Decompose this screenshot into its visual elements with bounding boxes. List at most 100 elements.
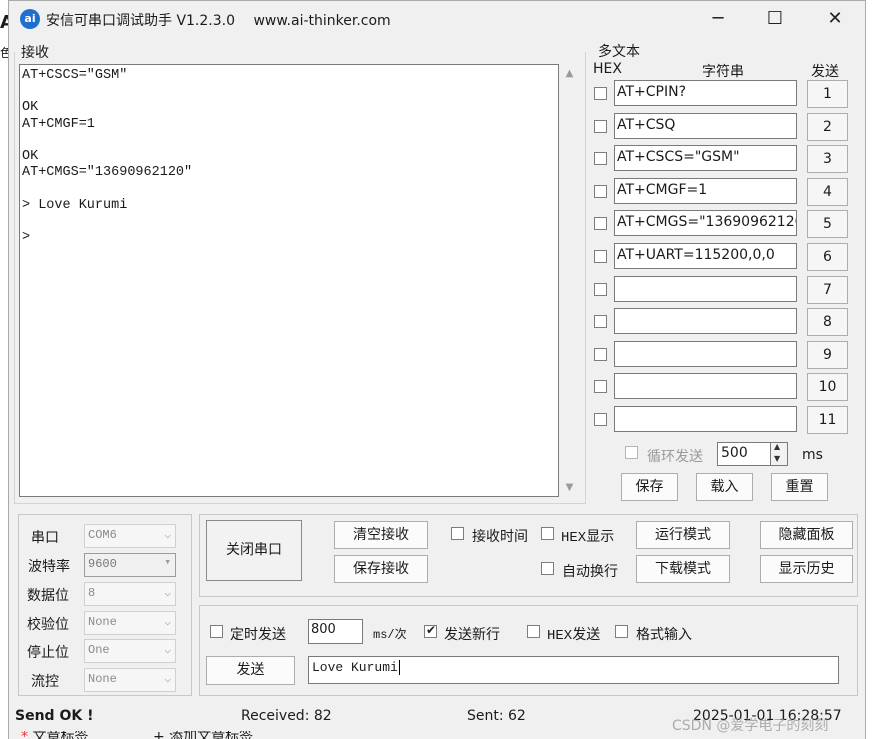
port-value: COM6 [88, 528, 117, 542]
scroll-down-icon[interactable]: ▼ [561, 482, 578, 493]
port-select[interactable]: COM6 ⌵ [84, 524, 176, 548]
receive-time-label: 接收时间 [472, 529, 528, 545]
format-input-label: 格式输入 [636, 627, 692, 643]
sent-count: Sent: 62 [467, 708, 526, 724]
hex-send-label: HEX发送 [547, 628, 601, 644]
run-mode-button[interactable]: 运行模式 [636, 521, 730, 549]
app-logo-icon: ai [20, 9, 40, 29]
receive-time-checkbox[interactable] [451, 527, 464, 540]
multi-hex-checkbox[interactable] [594, 380, 607, 393]
chevron-down-icon: ⌵ [164, 530, 171, 542]
minimize-button[interactable]: ─ [688, 1, 748, 37]
flow-value: None [88, 672, 117, 686]
auto-newline-checkbox[interactable] [541, 562, 554, 575]
multi-hex-checkbox[interactable] [594, 348, 607, 361]
multi-hex-checkbox[interactable] [594, 413, 607, 426]
scroll-up-icon[interactable]: ▲ [561, 68, 578, 79]
multi-hex-checkbox[interactable] [594, 152, 607, 165]
multi-string-input[interactable]: AT+CSCS="GSM" [614, 145, 797, 171]
multi-string-input[interactable]: AT+CMGS="13690962120 [614, 210, 797, 236]
app-title: 安信可串口调试助手 V1.2.3.0 [46, 13, 236, 29]
chevron-down-icon: ⌵ [164, 674, 171, 686]
interval-unit-label: ms/次 [373, 628, 407, 642]
timed-interval-input[interactable]: 800 [308, 619, 363, 644]
download-mode-button[interactable]: 下载模式 [636, 555, 730, 583]
multi-send-button[interactable]: 11 [807, 406, 848, 434]
format-input-checkbox[interactable] [615, 625, 628, 638]
send-newline-checkbox[interactable] [424, 623, 437, 638]
multi-string-input[interactable] [614, 276, 797, 302]
stop-bits-value: One [88, 643, 110, 657]
multi-send-button[interactable]: 7 [807, 276, 848, 304]
send-text-input[interactable]: Love Kurumi [308, 656, 839, 684]
parity-select[interactable]: None ⌵ [84, 611, 176, 635]
multi-send-button[interactable]: 10 [807, 373, 848, 401]
timed-send-checkbox[interactable] [210, 625, 223, 638]
save-receive-button[interactable]: 保存接收 [334, 555, 428, 583]
close-port-button[interactable]: 关闭串口 [206, 520, 302, 581]
multi-string-input[interactable]: AT+CMGF=1 [614, 178, 797, 204]
hex-send-checkbox[interactable] [527, 625, 540, 638]
multi-string-input[interactable]: AT+CSQ [614, 113, 797, 139]
save-button[interactable]: 保存 [621, 473, 678, 501]
multi-hex-checkbox[interactable] [594, 283, 607, 296]
hide-panel-button[interactable]: 隐藏面板 [760, 521, 853, 549]
multi-string-input[interactable] [614, 373, 797, 399]
loop-interval-spinner[interactable]: ▲ ▼ [770, 442, 788, 466]
multi-hex-checkbox[interactable] [594, 185, 607, 198]
multi-send-button[interactable]: 1 [807, 80, 848, 108]
multi-send-button[interactable]: 6 [807, 243, 848, 271]
multi-send-button[interactable]: 9 [807, 341, 848, 369]
close-button[interactable]: ✕ [805, 1, 865, 37]
multi-hex-checkbox[interactable] [594, 87, 607, 100]
ms-label: ms [802, 447, 823, 463]
stop-bits-select[interactable]: One ⌵ [84, 639, 176, 663]
multi-string-input[interactable] [614, 406, 797, 432]
multi-string-input[interactable] [614, 341, 797, 367]
multi-send-button[interactable]: 4 [807, 178, 848, 206]
show-history-button[interactable]: 显示历史 [760, 555, 853, 583]
auto-newline-label: 自动换行 [562, 564, 618, 580]
baud-label: 波特率 [28, 559, 70, 575]
loop-send-checkbox[interactable] [625, 446, 638, 459]
multi-hex-checkbox[interactable] [594, 217, 607, 230]
send-button[interactable]: 发送 [206, 656, 295, 685]
data-bits-select[interactable]: 8 ⌵ [84, 582, 176, 606]
multi-send-button[interactable]: 3 [807, 145, 848, 173]
multi-send-button[interactable]: 5 [807, 210, 848, 238]
app-url: www.ai-thinker.com [253, 13, 391, 29]
multi-string-input[interactable]: AT+CPIN? [614, 80, 797, 106]
multi-text-label: 多文本 [598, 44, 640, 60]
chevron-down-icon: ⌵ [164, 588, 171, 600]
hex-display-checkbox[interactable] [541, 527, 554, 540]
text-cursor [398, 660, 400, 675]
loop-interval-input[interactable]: 500 [717, 442, 771, 466]
flow-select[interactable]: None ⌵ [84, 668, 176, 692]
article-tags-text: 文章标签 [32, 731, 89, 739]
clear-receive-button[interactable]: 清空接收 [334, 521, 428, 549]
multi-hex-checkbox[interactable] [594, 315, 607, 328]
baud-select[interactable]: 9600 ▾ [84, 553, 176, 577]
load-button[interactable]: 载入 [696, 473, 753, 501]
status-message: Send OK ! [15, 708, 94, 724]
baud-value: 9600 [88, 557, 117, 571]
flow-label: 流控 [31, 674, 59, 690]
multi-hex-checkbox[interactable] [594, 120, 607, 133]
timed-send-label: 定时发送 [230, 627, 286, 643]
multi-send-button[interactable]: 2 [807, 113, 848, 141]
multi-send-button[interactable]: 8 [807, 308, 848, 336]
multi-hex-checkbox[interactable] [594, 250, 607, 263]
string-header: 字符串 [702, 64, 744, 80]
receive-scrollbar[interactable]: ▲ ▼ [561, 64, 578, 497]
receive-textarea[interactable]: AT+CSCS="GSM" OK AT+CMGF=1 OK AT+CMGS="1… [19, 64, 559, 497]
multi-string-input[interactable] [614, 308, 797, 334]
parity-label: 校验位 [27, 617, 69, 633]
send-newline-label: 发送新行 [444, 627, 500, 643]
reset-button[interactable]: 重置 [771, 473, 828, 501]
maximize-button[interactable]: ☐ [745, 1, 805, 37]
spin-down-icon[interactable]: ▼ [774, 454, 780, 463]
multi-string-input[interactable]: AT+UART=115200,0,0 [614, 243, 797, 269]
spin-up-icon[interactable]: ▲ [774, 442, 780, 451]
chevron-down-icon: ⌵ [164, 645, 171, 657]
stop-bits-label: 停止位 [27, 645, 69, 661]
